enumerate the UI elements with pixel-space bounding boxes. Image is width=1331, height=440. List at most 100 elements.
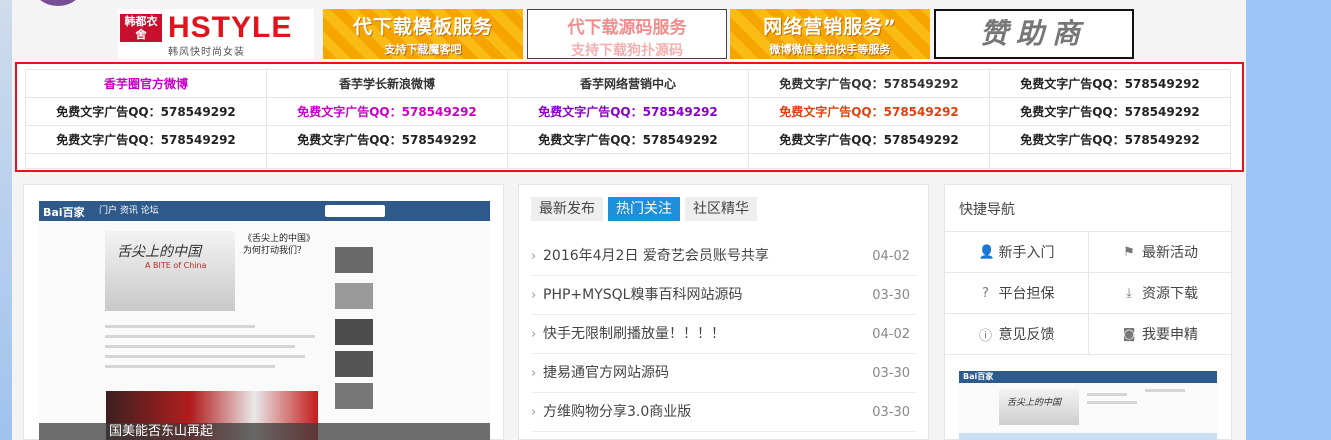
news-item-date: 03-30 — [872, 366, 910, 381]
slide-text-line — [105, 355, 305, 358]
text-ad-empty-cell — [266, 153, 508, 169]
slide-text-line — [105, 345, 295, 348]
ad-subtitle: 支持下载魔客吧 — [384, 43, 462, 56]
news-item-title[interactable]: PHP+MYSQL糗事百科网站源码 — [543, 287, 742, 303]
chevron-right-icon: › — [531, 366, 537, 381]
slide-site-logo: Bai百家 — [43, 206, 85, 219]
text-ad-link[interactable]: 香芋网络营销中心 — [507, 69, 749, 98]
ad-title: 代下载源码服务 — [567, 18, 687, 38]
slide-search-box — [325, 205, 385, 217]
sponsor-ad-slot[interactable]: 赞助商 — [934, 9, 1134, 59]
text-ad-link[interactable]: 免费文字广告QQ：578549292 — [748, 69, 990, 98]
feature-slide-image[interactable]: Bai百家 门户 资讯 论坛 舌尖上的中国 A BITE of China 《舌… — [39, 201, 490, 440]
mini-text-line — [1087, 401, 1137, 404]
chevron-right-icon: › — [531, 405, 537, 420]
quick-nav-item[interactable]: ◙ 我要申精 — [1088, 314, 1231, 354]
news-item-title[interactable]: 快手无限制刷播放量！！！！ — [543, 326, 725, 342]
slide-site-nav: Bai百家 门户 资讯 论坛 — [39, 201, 490, 221]
quick-nav-label: 平台担保 — [998, 286, 1055, 302]
slide-text-line — [105, 365, 275, 368]
text-ad-link[interactable]: 免费文字广告QQ：578549292 — [989, 125, 1231, 154]
slide-caption[interactable]: 国美能否东山再起 — [39, 423, 490, 440]
tab-hot[interactable]: 热门关注 — [608, 197, 680, 221]
text-ads-empty-row — [25, 153, 1231, 169]
slide-hero-image: 舌尖上的中国 A BITE of China — [105, 231, 235, 311]
quick-nav-item[interactable]: 👤 新手入门 — [945, 232, 1088, 272]
shield-question-icon: ? — [982, 285, 989, 301]
text-ads-row: 免费文字广告QQ：578549292 免费文字广告QQ：578549292 免费文字… — [25, 97, 1231, 126]
text-ad-link[interactable]: 免费文字广告QQ：578549292 — [989, 97, 1231, 126]
quick-nav-label: 我要申精 — [1142, 327, 1198, 343]
text-ad-link[interactable]: 免费文字广告QQ：578549292 — [748, 125, 990, 154]
user-icon: 👤 — [978, 244, 995, 260]
mini-hero-calligraphy: 舌尖上的中国 — [999, 389, 1079, 425]
text-ads-row: 香芋圈官方微博 香芋学长新浪微博 香芋网络营销中心 免费文字广告QQ：57854929… — [25, 69, 1231, 98]
news-list-panel: 最新发布 热门关注 社区精华 › 2016年4月2日 爱奇艺会员账号共享 04-02 › P… — [518, 184, 929, 440]
text-ad-link[interactable]: 免费文字广告QQ：578549292 — [507, 97, 749, 126]
ad-subtitle: 支持下载狗扑源码 — [571, 43, 683, 59]
download-source-ad-banner[interactable]: 代下载源码服务 支持下载狗扑源码 — [527, 9, 727, 59]
news-item-title[interactable]: 2016年4月2日 爱奇艺会员账号共享 — [543, 248, 769, 264]
quick-nav-label: 新手入门 — [998, 245, 1055, 261]
news-item-date: 03-30 — [872, 405, 910, 420]
mini-site-nav: Bai百家 — [959, 371, 1217, 383]
hstyle-ad-banner[interactable]: 韩都衣舍 HSTYLE 韩风快时尚女装 — [118, 9, 314, 59]
news-item-date: 04-02 — [872, 249, 910, 264]
download-template-ad-banner[interactable]: 代下载模板服务 支持下载魔客吧 — [323, 9, 523, 59]
flag-icon: ⚑ — [1123, 244, 1135, 260]
slide-hero-title: 《舌尖上的中国》为何打动我们？ — [243, 234, 316, 256]
quick-nav-grid: 👤 新手入门 ⚑ 最新活动? 平台担保 ⤓ 资源下载 ⓘ 意见反馈 ◙ 我要申精 — [945, 231, 1231, 355]
feature-slideshow-panel: Bai百家 门户 资讯 论坛 舌尖上的中国 A BITE of China 《舌… — [23, 184, 504, 440]
quick-nav-item[interactable]: ⤓ 资源下载 — [1088, 273, 1231, 313]
info-icon: ⓘ — [978, 328, 992, 344]
quick-nav-item[interactable]: ⓘ 意见反馈 — [945, 314, 1088, 354]
news-item[interactable]: › 方维购物分享3.0商业版 03-30 — [531, 393, 916, 432]
text-ad-link[interactable]: 免费文字广告QQ：578549292 — [266, 97, 508, 126]
quick-nav-label: 意见反馈 — [998, 327, 1055, 343]
text-ad-link[interactable]: 免费文字广告QQ：578549292 — [989, 69, 1231, 98]
quick-nav-panel: 快捷导航 👤 新手入门 ⚑ 最新活动? 平台担保 ⤓ 资源下载 ⓘ 意见反馈 ◙ 我要申精 Bai百… — [944, 184, 1232, 440]
text-ad-link[interactable]: 免费文字广告QQ：578549292 — [507, 125, 749, 154]
text-ad-link[interactable]: 香芋圈官方微博 — [25, 69, 267, 98]
text-ad-link[interactable]: 免费文字广告QQ：578549292 — [25, 125, 267, 154]
news-item[interactable]: › PHP+MYSQL糗事百科网站源码 03-30 — [531, 276, 916, 315]
slide-nav-items: 门户 资讯 论坛 — [99, 206, 159, 216]
news-tabs: 最新发布 热门关注 社区精华 — [531, 197, 762, 221]
news-item-title[interactable]: 方维购物分享3.0商业版 — [543, 404, 691, 420]
page-container: 韩都衣舍 HSTYLE 韩风快时尚女装 代下载模板服务 支持下载魔客吧 代下载源… — [12, 0, 1246, 440]
text-ad-empty-cell — [507, 153, 749, 169]
slide-side-thumb — [335, 247, 373, 273]
text-ad-link[interactable]: 免费文字广告QQ：578549292 — [266, 125, 508, 154]
news-item[interactable]: › 快手无限制刷播放量！！！！ 04-02 — [531, 315, 916, 354]
news-item-title[interactable]: 捷易通官方网站源码 — [543, 365, 669, 381]
text-ad-empty-cell — [25, 153, 267, 169]
slide-text-line — [105, 325, 255, 328]
hstyle-tagline: 韩风快时尚女装 — [168, 47, 245, 58]
slide-side-thumb — [335, 351, 373, 377]
mini-footer-strip — [959, 433, 1217, 440]
text-ad-link[interactable]: 免费文字广告QQ：578549292 — [748, 97, 990, 126]
text-ad-link[interactable]: 香芋学长新浪微博 — [266, 69, 508, 98]
text-ads-row: 免费文字广告QQ：578549292 免费文字广告QQ：578549292 免费文字… — [25, 125, 1231, 154]
quick-nav-label: 资源下载 — [1142, 286, 1198, 302]
news-item[interactable]: › 2016年4月2日 爱奇艺会员账号共享 04-02 — [531, 237, 916, 276]
news-list: › 2016年4月2日 爱奇艺会员账号共享 04-02 › PHP+MYSQL糗事百科网… — [531, 237, 916, 432]
mini-feature-image[interactable]: Bai百家 舌尖上的中国 — [959, 371, 1217, 440]
right-background-strip — [1246, 0, 1331, 440]
quick-nav-item[interactable]: ⚑ 最新活动 — [1088, 232, 1231, 272]
text-ads-table: 香芋圈官方微博 香芋学长新浪微博 香芋网络营销中心 免费文字广告QQ：57854929… — [25, 69, 1231, 169]
left-background-strip — [0, 0, 12, 440]
tab-community[interactable]: 社区精华 — [685, 197, 757, 221]
avatar[interactable] — [32, 0, 84, 6]
quick-nav-item[interactable]: ? 平台担保 — [945, 273, 1088, 313]
chevron-right-icon: › — [531, 288, 537, 303]
tab-latest[interactable]: 最新发布 — [531, 197, 603, 221]
hstyle-brand-name: HSTYLE — [168, 11, 293, 44]
ad-subtitle: 微博微信美拍快手等服务 — [769, 43, 891, 56]
text-ad-link[interactable]: 免费文字广告QQ：578549292 — [25, 97, 267, 126]
news-item[interactable]: › 捷易通官方网站源码 03-30 — [531, 354, 916, 393]
download-icon: ⤓ — [1126, 285, 1132, 301]
marketing-service-ad-banner[interactable]: 网络营销服务” 微博微信美拍快手等服务 — [730, 9, 930, 59]
text-ad-empty-cell — [989, 153, 1231, 169]
quick-nav-row: ⓘ 意见反馈 ◙ 我要申精 — [945, 314, 1231, 355]
